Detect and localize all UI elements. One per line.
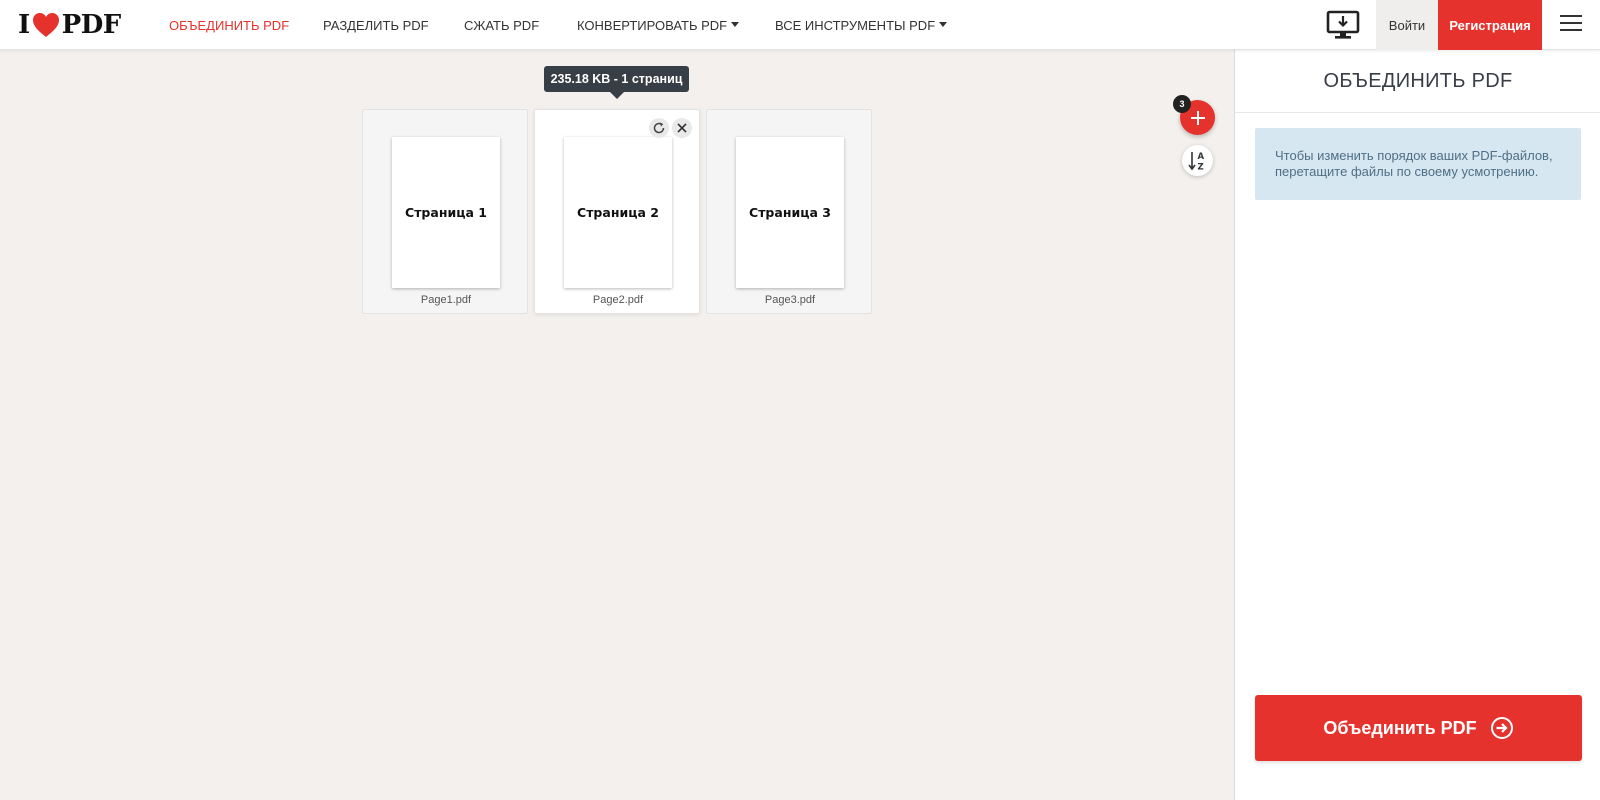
- page-thumbnail: Страница 3: [736, 137, 844, 288]
- info-text-line: Чтобы изменить порядок ваших PDF-файлов,: [1275, 148, 1553, 163]
- options-sidebar: ОБЪЕДИНИТЬ PDF Чтобы изменить порядок ва…: [1234, 50, 1600, 800]
- reorder-info-box: Чтобы изменить порядок ваших PDF-файлов,…: [1255, 128, 1581, 200]
- svg-text:Z: Z: [1197, 162, 1203, 172]
- plus-icon: [1190, 110, 1205, 125]
- nav-split-pdf-label: РАЗДЕЛИТЬ PDF: [323, 17, 429, 33]
- register-label: Регистрация: [1449, 17, 1531, 33]
- file-name: Page2.pdf: [592, 294, 644, 306]
- nav-split-pdf[interactable]: РАЗДЕЛИТЬ PDF: [323, 0, 429, 50]
- arrow-right-circle-icon: [1490, 717, 1513, 739]
- logo-text-left: I: [18, 10, 30, 40]
- nav-merge-pdf-label: ОБЪЕДИНИТЬ PDF: [169, 17, 290, 33]
- ilovepdf-logo[interactable]: I PDF: [18, 10, 122, 40]
- merge-pdf-button[interactable]: Объединить PDF: [1255, 695, 1582, 761]
- file-card[interactable]: Страница 1 Page1.pdf: [362, 109, 528, 314]
- svg-text:A: A: [1197, 152, 1204, 162]
- page-thumbnail-label: Страница 1: [405, 205, 487, 220]
- caret-down-icon: [939, 21, 948, 27]
- rotate-file-button[interactable]: [649, 118, 669, 138]
- close-icon: [677, 123, 687, 133]
- page-thumbnail: Страница 1: [392, 137, 500, 288]
- burger-line: [1560, 15, 1582, 17]
- nav-convert-pdf[interactable]: КОНВЕРТИРОВАТЬ PDF: [577, 0, 740, 50]
- sidebar-title: ОБЪЕДИНИТЬ PDF: [1235, 50, 1600, 113]
- info-text-line: перетащите файлы по своему усмотрению.: [1275, 164, 1539, 179]
- page-thumbnail-label: Страница 2: [577, 205, 659, 220]
- logo-text-right: PDF: [61, 10, 122, 40]
- nav-compress-pdf[interactable]: СЖАТЬ PDF: [464, 0, 539, 50]
- nav-all-tools-label: ВСЕ ИНСТРУМЕНТЫ PDF: [775, 17, 936, 33]
- merge-pdf-label: Объединить PDF: [1323, 717, 1477, 738]
- page-thumbnail: Страница 2: [564, 137, 672, 288]
- file-name: Page3.pdf: [764, 294, 816, 306]
- nav-all-tools[interactable]: ВСЕ ИНСТРУМЕНТЫ PDF: [775, 0, 948, 50]
- burger-line: [1560, 22, 1582, 24]
- burger-line: [1560, 29, 1582, 31]
- login-button[interactable]: Войти: [1376, 0, 1438, 50]
- nav-merge-pdf[interactable]: ОБЪЕДИНИТЬ PDF: [169, 0, 289, 50]
- heart-icon: [32, 13, 59, 37]
- caret-down-icon: [731, 21, 740, 27]
- page-thumbnail-label: Страница 3: [749, 205, 831, 220]
- desktop-download-icon[interactable]: [1326, 10, 1360, 40]
- nav-compress-pdf-label: СЖАТЬ PDF: [464, 17, 540, 33]
- file-card[interactable]: Страница 2 Page2.pdf: [534, 109, 700, 314]
- file-count-badge: 3: [1173, 95, 1191, 113]
- remove-file-button[interactable]: [672, 118, 692, 138]
- register-button[interactable]: Регистрация: [1438, 0, 1542, 50]
- sort-az-icon: A Z: [1187, 151, 1204, 172]
- top-navbar: I PDF ОБЪЕДИНИТЬ PDF РАЗДЕЛИТЬ PDF СЖАТЬ…: [0, 0, 1600, 50]
- file-card[interactable]: Страница 3 Page3.pdf: [706, 109, 872, 314]
- rotate-icon: [653, 122, 665, 134]
- file-info-tooltip: 235.18 KB - 1 страниц: [544, 66, 689, 99]
- file-name: Page1.pdf: [420, 294, 472, 306]
- hamburger-icon[interactable]: [1560, 15, 1582, 33]
- sort-files-button[interactable]: A Z: [1182, 145, 1213, 176]
- login-label: Войти: [1388, 17, 1426, 33]
- file-info-text: 235.18 KB - 1 страниц: [550, 72, 683, 86]
- nav-convert-pdf-label: КОНВЕРТИРОВАТЬ PDF: [577, 17, 728, 33]
